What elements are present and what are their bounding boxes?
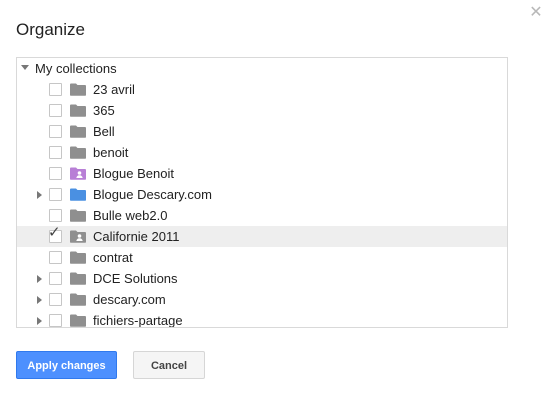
cancel-button[interactable]: Cancel [133,351,205,379]
collection-row[interactable]: descary.com [17,289,507,310]
collection-row[interactable]: Blogue Descary.com [17,184,507,205]
collection-name: Bulle web2.0 [93,208,168,223]
expand-arrow-icon[interactable] [37,275,42,283]
folder-icon [70,314,86,327]
close-icon[interactable]: ✕ [529,4,543,20]
folder-icon [70,146,86,159]
collection-checkbox[interactable] [49,251,62,264]
collection-row[interactable]: Bell [17,121,507,142]
folder-icon [70,188,86,201]
folder-icon [70,209,86,222]
tree-root-my-collections[interactable]: My collections [17,58,507,79]
shared-folder-icon [70,230,86,243]
collection-row[interactable]: fichiers-partage [17,310,507,328]
collection-checkbox[interactable] [49,188,62,201]
collection-row[interactable]: contrat [17,247,507,268]
folder-icon [70,251,86,264]
collection-checkbox[interactable] [49,104,62,117]
folder-icon [70,293,86,306]
collection-name: fichiers-partage [93,313,183,328]
collections-tree[interactable]: My collections 23 avril 365 Bell benoit Blog… [16,57,508,328]
collection-name: 23 avril [93,82,135,97]
collection-checkbox[interactable] [49,83,62,96]
collection-checkbox[interactable] [49,146,62,159]
dialog-title: Organize [16,20,85,39]
apply-changes-button[interactable]: Apply changes [16,351,117,379]
folder-icon [70,272,86,285]
collection-name: DCE Solutions [93,271,178,286]
collection-row[interactable]: 365 [17,100,507,121]
collection-row[interactable]: 23 avril [17,79,507,100]
collection-row[interactable]: ✓ Californie 2011 [17,225,507,247]
collection-row[interactable]: Blogue Benoit [17,163,507,184]
collection-name: Blogue Descary.com [93,187,212,202]
checkmark-icon: ✓ [48,223,61,241]
collection-name: 365 [93,103,115,118]
collection-checkbox[interactable]: ✓ [48,225,62,243]
collection-name: benoit [93,145,129,160]
expand-arrow-icon[interactable] [37,296,42,304]
shared-folder-icon [70,167,86,180]
collection-checkbox[interactable] [49,125,62,138]
collection-name: Blogue Benoit [93,166,174,181]
expand-arrow-icon[interactable] [37,191,42,199]
collection-name: Californie 2011 [93,229,180,244]
collection-checkbox[interactable] [49,167,62,180]
collection-checkbox[interactable] [49,272,62,285]
collection-name: contrat [93,250,133,265]
caret-down-icon[interactable] [21,65,29,70]
expand-arrow-icon[interactable] [37,317,42,325]
collection-checkbox[interactable] [49,209,62,222]
collection-row[interactable]: DCE Solutions [17,268,507,289]
collection-checkbox[interactable] [49,314,62,327]
organize-dialog: ✕ Organize My collections 23 avril 365 Bel… [0,0,551,403]
collection-checkbox[interactable] [49,293,62,306]
tree-root-label: My collections [35,61,117,76]
collection-row[interactable]: benoit [17,142,507,163]
folder-icon [70,125,86,138]
folder-icon [70,104,86,117]
folder-icon [70,83,86,96]
collection-row[interactable]: Bulle web2.0 [17,205,507,226]
collection-name: descary.com [93,292,166,307]
collection-name: Bell [93,124,115,139]
